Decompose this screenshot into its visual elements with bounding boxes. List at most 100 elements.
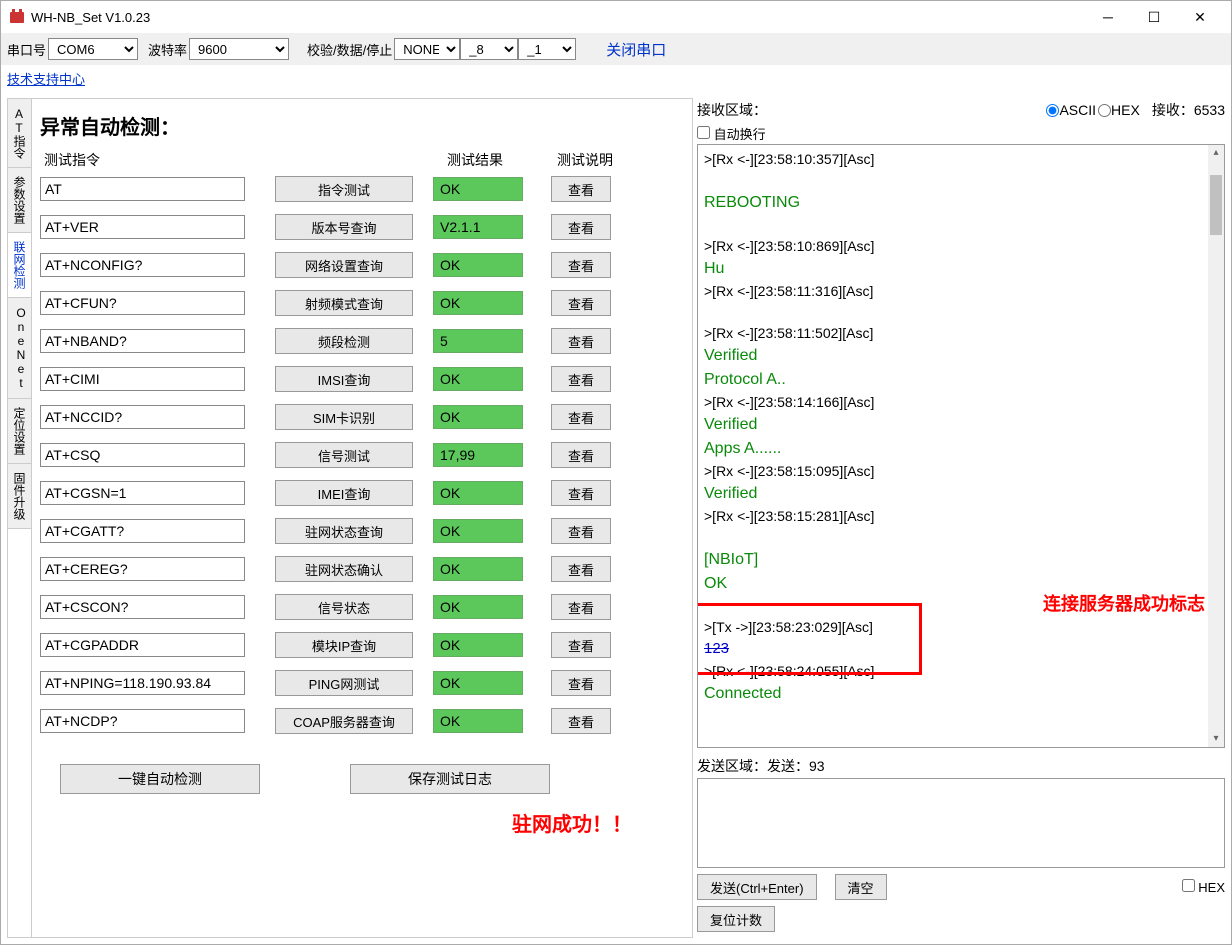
vtab-4[interactable]: 定位设置 (8, 399, 31, 464)
cmd-input[interactable] (40, 291, 245, 315)
test-button[interactable]: 网络设置查询 (275, 252, 413, 278)
test-button[interactable]: PING网测试 (275, 670, 413, 696)
vtab-5[interactable]: 固件升级 (8, 464, 31, 529)
clear-button[interactable]: 清空 (835, 874, 887, 900)
rx-scrollbar[interactable]: ▴ ▾ (1208, 145, 1224, 747)
log-line: Verified (704, 344, 1218, 368)
cmd-input[interactable] (40, 367, 245, 391)
test-row: 频段检测5查看 (40, 328, 684, 354)
cmd-input[interactable] (40, 633, 245, 657)
column-headers: 测试指令 测试结果 测试说明 (40, 150, 684, 170)
log-line: >[Rx <-][23:58:15:095][Asc] (704, 461, 1218, 482)
cmd-input[interactable] (40, 177, 245, 201)
auto-detect-button[interactable]: 一键自动检测 (60, 764, 260, 794)
vtab-3[interactable]: OneNet (8, 298, 31, 399)
cmd-input[interactable] (40, 481, 245, 505)
cmd-input[interactable] (40, 671, 245, 695)
view-button[interactable]: 查看 (551, 518, 611, 544)
port-select[interactable]: COM6 (48, 38, 138, 60)
test-button[interactable]: 频段检测 (275, 328, 413, 354)
result-badge: OK (433, 709, 523, 733)
stopbits-select[interactable]: _1 (518, 38, 576, 60)
view-button[interactable]: 查看 (551, 328, 611, 354)
view-button[interactable]: 查看 (551, 252, 611, 278)
view-button[interactable]: 查看 (551, 366, 611, 392)
reset-count-button[interactable]: 复位计数 (697, 906, 775, 932)
titlebar: WH-NB_Set V1.0.23 ─ ☐ ✕ (1, 1, 1231, 33)
test-row: SIM卡识别OK查看 (40, 404, 684, 430)
test-button[interactable]: IMSI查询 (275, 366, 413, 392)
cmd-input[interactable] (40, 253, 245, 277)
close-port-link[interactable]: 关闭串口 (606, 39, 666, 60)
view-button[interactable]: 查看 (551, 556, 611, 582)
col-view-header: 测试说明 (530, 150, 640, 170)
test-button[interactable]: SIM卡识别 (275, 404, 413, 430)
scroll-down-icon[interactable]: ▾ (1208, 731, 1224, 747)
vtab-0[interactable]: AT指令 (8, 99, 31, 168)
cmd-input[interactable] (40, 405, 245, 429)
rx-hex-radio[interactable]: HEX (1098, 102, 1140, 118)
vtab-1[interactable]: 参数设置 (8, 168, 31, 233)
test-button[interactable]: COAP服务器查询 (275, 708, 413, 734)
test-row: 射频模式查询OK查看 (40, 290, 684, 316)
result-badge: OK (433, 253, 523, 277)
rx-ascii-radio[interactable]: ASCII (1046, 102, 1096, 118)
col-cmd-header: 测试指令 (40, 150, 255, 170)
log-line: Verified (704, 413, 1218, 437)
maximize-button[interactable]: ☐ (1131, 2, 1177, 32)
result-badge: 17,99 (433, 443, 523, 467)
send-button[interactable]: 发送(Ctrl+Enter) (697, 874, 817, 900)
view-button[interactable]: 查看 (551, 480, 611, 506)
view-button[interactable]: 查看 (551, 708, 611, 734)
cmd-input[interactable] (40, 215, 245, 239)
log-line: >[Rx <-][23:58:10:869][Asc] (704, 236, 1218, 257)
result-badge: OK (433, 557, 523, 581)
view-button[interactable]: 查看 (551, 290, 611, 316)
view-button[interactable]: 查看 (551, 442, 611, 468)
save-log-button[interactable]: 保存测试日志 (350, 764, 550, 794)
app-icon (9, 9, 25, 25)
test-button[interactable]: 驻网状态确认 (275, 556, 413, 582)
rx-log-box[interactable]: ▴ ▾ >[Rx <-][23:58:10:357][Asc] REBOOTIN… (697, 144, 1225, 748)
view-button[interactable]: 查看 (551, 176, 611, 202)
log-line: Connected (704, 682, 1218, 706)
tx-hex-checkbox[interactable]: HEX (1182, 879, 1225, 895)
view-button[interactable]: 查看 (551, 214, 611, 240)
parity-select[interactable]: NONE (394, 38, 460, 60)
test-row: IMSI查询OK查看 (40, 366, 684, 392)
cmd-input[interactable] (40, 443, 245, 467)
test-row: 网络设置查询 OK 查看 (40, 252, 684, 278)
minimize-button[interactable]: ─ (1085, 2, 1131, 32)
test-button[interactable]: 模块IP查询 (275, 632, 413, 658)
test-row: PING网测试OK查看 (40, 670, 684, 696)
test-button[interactable]: 信号状态 (275, 594, 413, 620)
test-button[interactable]: 射频模式查询 (275, 290, 413, 316)
autowrap-checkbox[interactable]: 自动换行 (697, 124, 766, 143)
baud-select[interactable]: 9600 (189, 38, 289, 60)
view-button[interactable]: 查看 (551, 670, 611, 696)
cmd-input[interactable] (40, 595, 245, 619)
test-button[interactable]: IMEI查询 (275, 480, 413, 506)
test-button[interactable]: 信号测试 (275, 442, 413, 468)
scroll-thumb[interactable] (1210, 175, 1222, 235)
view-button[interactable]: 查看 (551, 404, 611, 430)
cmd-input[interactable] (40, 519, 245, 543)
detection-panel: 异常自动检测： 测试指令 测试结果 测试说明 指令测试OK查看版本号查询V2.1… (32, 99, 692, 937)
view-button[interactable]: 查看 (551, 594, 611, 620)
test-button[interactable]: 版本号查询 (275, 214, 413, 240)
tx-textarea[interactable] (698, 779, 1224, 867)
test-button[interactable]: 驻网状态查询 (275, 518, 413, 544)
view-button[interactable]: 查看 (551, 632, 611, 658)
rx-count-label: 接收： (1152, 100, 1194, 120)
test-button[interactable]: 指令测试 (275, 176, 413, 202)
scroll-up-icon[interactable]: ▴ (1208, 145, 1224, 161)
close-button[interactable]: ✕ (1177, 2, 1223, 32)
support-link[interactable]: 技术支持中心 (7, 72, 85, 87)
databits-select[interactable]: _8 (460, 38, 518, 60)
result-badge: OK (433, 177, 523, 201)
cmd-input[interactable] (40, 709, 245, 733)
cmd-input[interactable] (40, 329, 245, 353)
cmd-input[interactable] (40, 557, 245, 581)
vtab-2[interactable]: 联网检测 (8, 233, 31, 298)
result-badge: OK (433, 481, 523, 505)
